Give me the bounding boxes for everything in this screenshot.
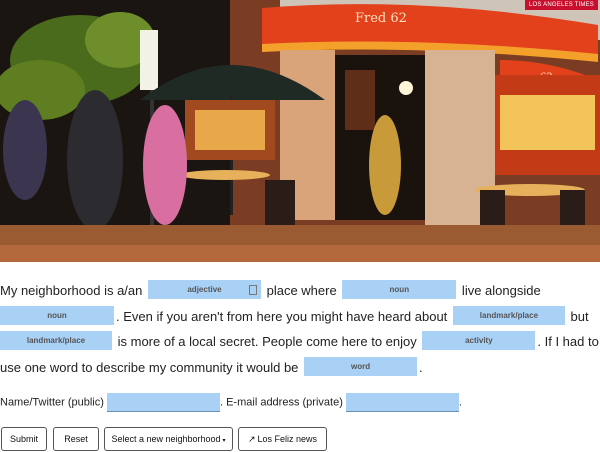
madlib-text: My neighborhood is a/an: [0, 283, 146, 298]
adjective-input[interactable]: adjective: [147, 280, 261, 300]
adjective-placeholder: adjective: [187, 285, 222, 295]
email-field[interactable]: [345, 393, 459, 412]
noun-input-1[interactable]: noun: [342, 280, 457, 300]
reset-label: Reset: [64, 434, 88, 444]
landmark-input-2[interactable]: landmark/place: [0, 331, 112, 351]
select-label: Select a new neighborhood: [111, 434, 221, 444]
restaurant-scene: Fred 62 62: [0, 0, 600, 262]
noun-input-2[interactable]: noun: [0, 305, 114, 325]
chevron-down-icon: ▾: [222, 438, 226, 444]
name-label: Name/Twitter (public): [0, 396, 104, 409]
photo-credit: LOS ANGELES TIMES: [525, 0, 598, 10]
dropdown-icon: [248, 285, 257, 296]
reset-button[interactable]: Reset: [53, 427, 99, 451]
madlib-text: . Even if you aren't from here you might…: [116, 308, 451, 324]
madlib-text: .: [419, 359, 423, 375]
landmark-input-1[interactable]: landmark/place: [452, 305, 565, 325]
neighborhood-news-link[interactable]: ↗ Los Feliz news: [238, 427, 327, 451]
contact-end: .: [458, 396, 462, 409]
word-input[interactable]: word: [304, 356, 418, 376]
neighborhood-select[interactable]: Select a new neighborhood ▾: [104, 427, 233, 451]
madlib-paragraph: My neighborhood is a/an adjective place …: [0, 278, 600, 380]
awning-text: Fred 62: [355, 11, 407, 26]
submit-button[interactable]: Submit: [1, 427, 47, 451]
hero-photo: Fred 62 62 LOS ANGELES TIMES: [0, 0, 600, 262]
news-label: Los Feliz news: [257, 434, 318, 444]
activity-input[interactable]: activity: [422, 331, 536, 351]
name-field[interactable]: [106, 393, 220, 412]
madlib-text: is more of a local secret. People come h…: [114, 334, 421, 349]
madlib-text: live alongside: [458, 283, 541, 298]
contact-row: Name/Twitter (public) . E-mail address (…: [0, 393, 462, 412]
madlib-text: but: [566, 308, 589, 324]
madlib-text: place where: [262, 283, 341, 298]
submit-label: Submit: [9, 434, 38, 444]
email-label: . E-mail address (private): [219, 396, 343, 409]
external-link-icon: ↗: [247, 434, 256, 444]
